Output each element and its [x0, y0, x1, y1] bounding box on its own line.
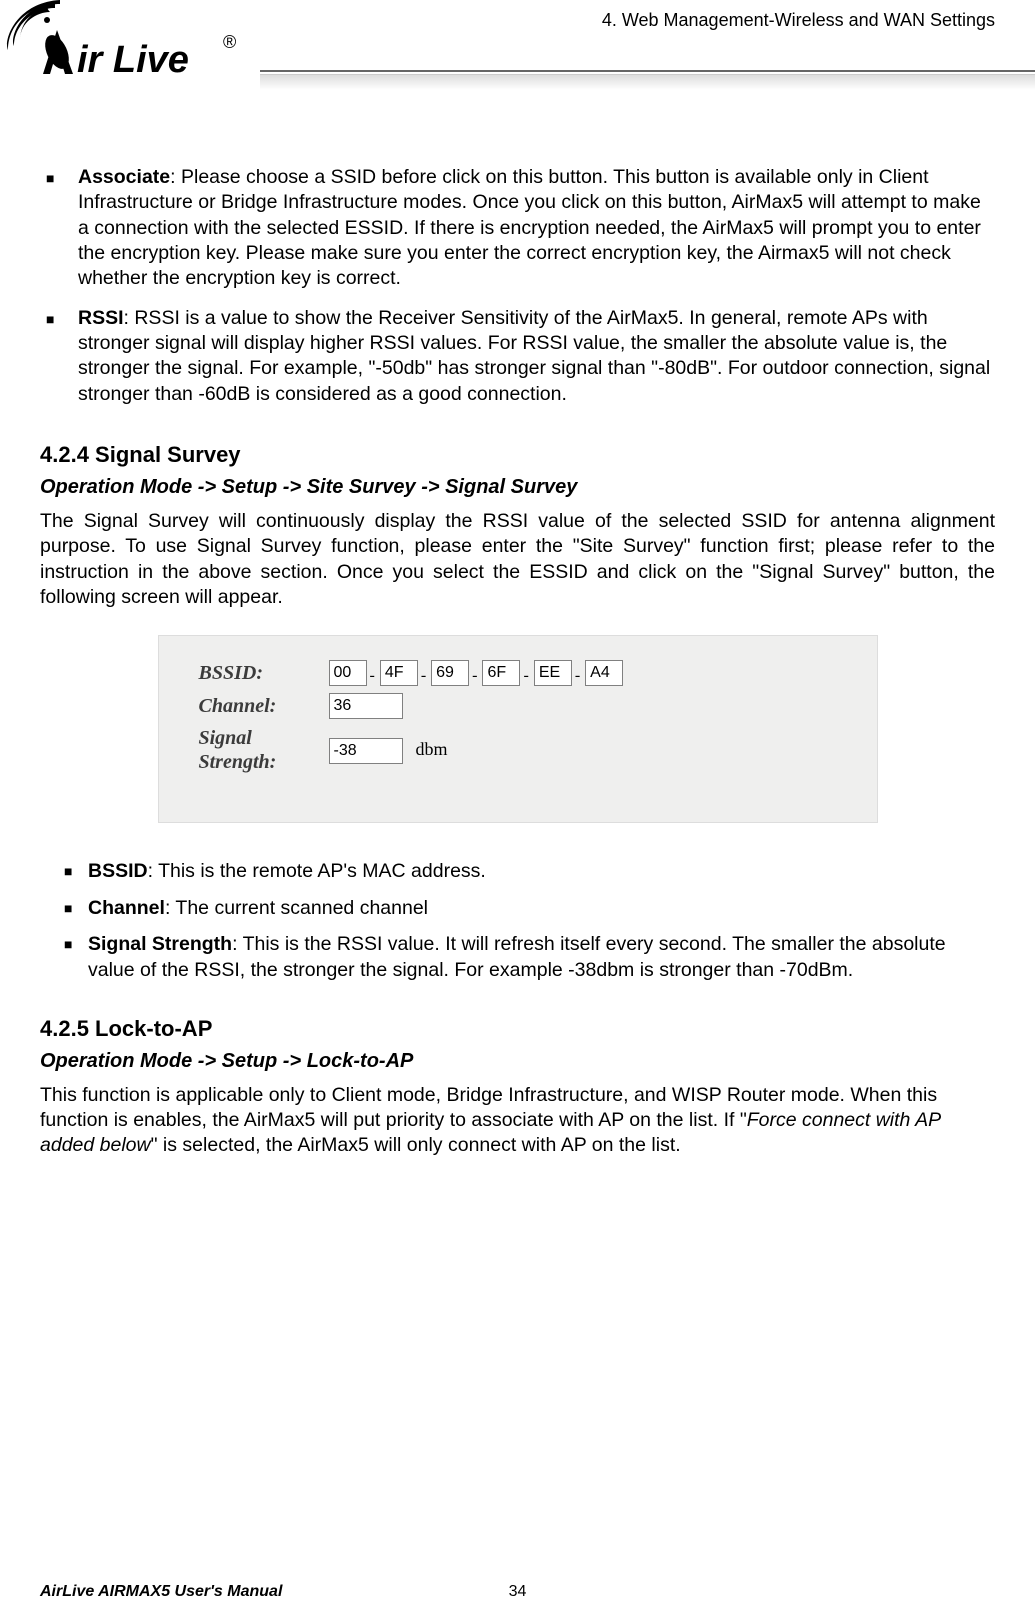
list-item: ■ Signal Strength: This is the RSSI valu…	[40, 931, 995, 984]
bssid-input-6[interactable]	[585, 660, 623, 686]
bullet-square-icon: ■	[40, 931, 88, 984]
header-divider	[260, 70, 1035, 90]
page-footer: AirLive AIRMAX5 User's Manual 34	[40, 1583, 995, 1601]
airlive-logo: ir Live ®	[5, 0, 255, 100]
bullet-text: Channel: The current scanned channel	[88, 895, 995, 921]
dbm-label: dbm	[416, 739, 448, 759]
bullet-body: : Please choose a SSID before click on t…	[78, 166, 981, 289]
bullet-text: Associate: Please choose a SSID before c…	[78, 165, 995, 292]
mac-separator: -	[575, 667, 580, 685]
bullet-text: Signal Strength: This is the RSSI value.…	[88, 931, 995, 984]
svg-text:®: ®	[223, 32, 236, 52]
mac-separator: -	[370, 667, 375, 685]
section-title-424: 4.2.4 Signal Survey	[40, 442, 995, 468]
signal-strength-label: SignalStrength:	[199, 726, 329, 774]
bullet-list-top: ■ Associate: Please choose a SSID before…	[40, 165, 995, 407]
bullet-label: Associate	[78, 166, 170, 188]
bullet-body: : The current scanned channel	[165, 897, 428, 919]
list-item: ■ BSSID: This is the remote AP's MAC add…	[40, 858, 995, 884]
bssid-input-5[interactable]	[534, 660, 572, 686]
channel-label: Channel:	[199, 695, 329, 718]
bssid-input-4[interactable]	[482, 660, 520, 686]
bssid-input-3[interactable]	[431, 660, 469, 686]
page-header: 4. Web Management-Wireless and WAN Setti…	[0, 0, 1035, 115]
bullet-text: RSSI: RSSI is a value to show the Receiv…	[78, 306, 995, 407]
page-content: ■ Associate: Please choose a SSID before…	[0, 115, 1035, 1209]
bullet-label: BSSID	[88, 860, 148, 882]
bullet-square-icon: ■	[40, 858, 88, 884]
bullet-body: : RSSI is a value to show the Receiver S…	[78, 307, 990, 405]
breadcrumb-424: Operation Mode -> Setup -> Site Survey -…	[40, 476, 995, 499]
list-item: ■ Associate: Please choose a SSID before…	[40, 165, 995, 292]
bullet-label: Channel	[88, 897, 165, 919]
panel-row-bssid: BSSID: - - - - -	[199, 660, 857, 686]
bssid-input-1[interactable]	[329, 660, 367, 686]
mac-separator: -	[421, 667, 426, 685]
bssid-label: BSSID:	[199, 662, 329, 685]
paragraph-424: The Signal Survey will continuously disp…	[40, 509, 995, 610]
bullet-body: : This is the remote AP's MAC address.	[148, 860, 486, 882]
bullet-square-icon: ■	[40, 165, 78, 292]
bullet-text: BSSID: This is the remote AP's MAC addre…	[88, 858, 995, 884]
list-item: ■ Channel: The current scanned channel	[40, 895, 995, 921]
svg-text:ir Live: ir Live	[77, 39, 189, 81]
section-title-425: 4.2.5 Lock-to-AP	[40, 1016, 995, 1042]
mac-separator: -	[472, 667, 477, 685]
breadcrumb-425: Operation Mode -> Setup -> Lock-to-AP	[40, 1050, 995, 1073]
list-item: ■ RSSI: RSSI is a value to show the Rece…	[40, 306, 995, 407]
panel-row-channel: Channel:	[199, 693, 857, 719]
bullet-label: RSSI	[78, 307, 124, 329]
footer-manual-name: AirLive AIRMAX5 User's Manual	[40, 1583, 282, 1601]
bssid-input-2[interactable]	[380, 660, 418, 686]
signal-survey-panel: BSSID: - - - - - Channel: SignalStrength…	[158, 635, 878, 823]
panel-row-signal: SignalStrength: dbm	[199, 726, 857, 774]
header-chapter-line: 4. Web Management-Wireless and WAN Setti…	[602, 10, 995, 31]
footer-page-number: 34	[509, 1583, 527, 1601]
bullet-label: Signal Strength	[88, 933, 232, 955]
signal-strength-input[interactable]	[329, 738, 403, 764]
bullet-square-icon: ■	[40, 306, 78, 407]
bullet-square-icon: ■	[40, 895, 88, 921]
para-425-after: " is selected, the AirMax5 will only con…	[151, 1134, 681, 1156]
paragraph-425: This function is applicable only to Clie…	[40, 1083, 995, 1159]
mac-separator: -	[523, 667, 528, 685]
bullet-list-bottom: ■ BSSID: This is the remote AP's MAC add…	[40, 858, 995, 983]
channel-input[interactable]	[329, 693, 403, 719]
